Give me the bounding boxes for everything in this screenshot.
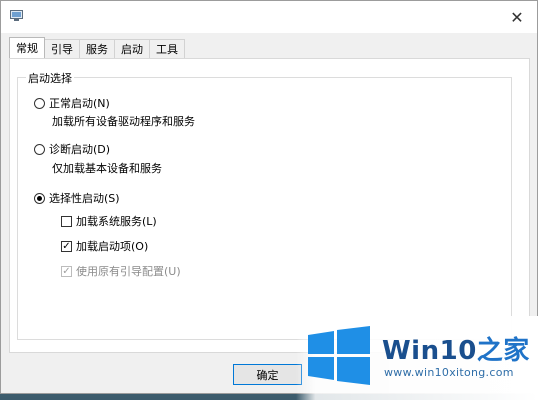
load-startup-items-checkbox[interactable] bbox=[61, 240, 72, 252]
tab-startup[interactable]: 启动 bbox=[114, 39, 150, 58]
diagnostic-startup-label: 诊断启动(D) bbox=[49, 143, 111, 156]
tab-services[interactable]: 服务 bbox=[79, 39, 115, 58]
close-icon: ✕ bbox=[510, 7, 524, 27]
tab-strip: 常规 引导 服务 启动 工具 bbox=[9, 37, 185, 59]
selective-startup-label: 选择性启动(S) bbox=[49, 192, 120, 205]
tab-boot[interactable]: 引导 bbox=[44, 39, 80, 58]
normal-startup-description: 加载所有设备驱动程序和服务 bbox=[52, 115, 195, 128]
load-startup-items-option[interactable]: 加载启动项(O) bbox=[61, 238, 148, 254]
windows-logo-icon bbox=[308, 326, 370, 385]
watermark-brand-name: Win10 bbox=[382, 336, 477, 366]
groupbox-title: 启动选择 bbox=[26, 70, 74, 86]
load-system-services-label: 加载系统服务(L) bbox=[76, 215, 157, 228]
title-bar: ✕ bbox=[1, 1, 537, 33]
use-original-boot-config-checkbox bbox=[61, 265, 72, 277]
msconfig-app-icon bbox=[10, 10, 23, 21]
diagnostic-startup-description: 仅加载基本设备和服务 bbox=[52, 162, 162, 175]
use-original-boot-config-label: 使用原有引导配置(U) bbox=[76, 265, 181, 278]
tab-tools[interactable]: 工具 bbox=[149, 39, 185, 58]
normal-startup-option[interactable]: 正常启动(N) bbox=[34, 95, 110, 111]
load-system-services-checkbox[interactable] bbox=[61, 215, 72, 227]
watermark-brand-suffix: 之家 bbox=[476, 336, 530, 366]
selective-startup-option[interactable]: 选择性启动(S) bbox=[34, 190, 120, 206]
load-system-services-option[interactable]: 加载系统服务(L) bbox=[61, 213, 157, 229]
watermark-brand: Win10之家 bbox=[382, 330, 530, 367]
diagnostic-startup-option[interactable]: 诊断启动(D) bbox=[34, 141, 110, 157]
load-startup-items-label: 加载启动项(O) bbox=[76, 240, 149, 253]
normal-startup-radio[interactable] bbox=[34, 97, 45, 109]
normal-startup-label: 正常启动(N) bbox=[49, 97, 110, 110]
diagnostic-startup-radio[interactable] bbox=[34, 143, 45, 155]
close-button[interactable]: ✕ bbox=[497, 1, 537, 33]
watermark: Win10之家 www.win10xitong.com bbox=[296, 316, 538, 400]
selective-startup-radio[interactable] bbox=[34, 192, 45, 204]
watermark-url: www.win10xitong.com bbox=[384, 366, 514, 379]
tab-general[interactable]: 常规 bbox=[9, 37, 45, 58]
ok-button[interactable]: 确定 bbox=[233, 364, 302, 385]
use-original-boot-config-option: 使用原有引导配置(U) bbox=[61, 263, 181, 279]
